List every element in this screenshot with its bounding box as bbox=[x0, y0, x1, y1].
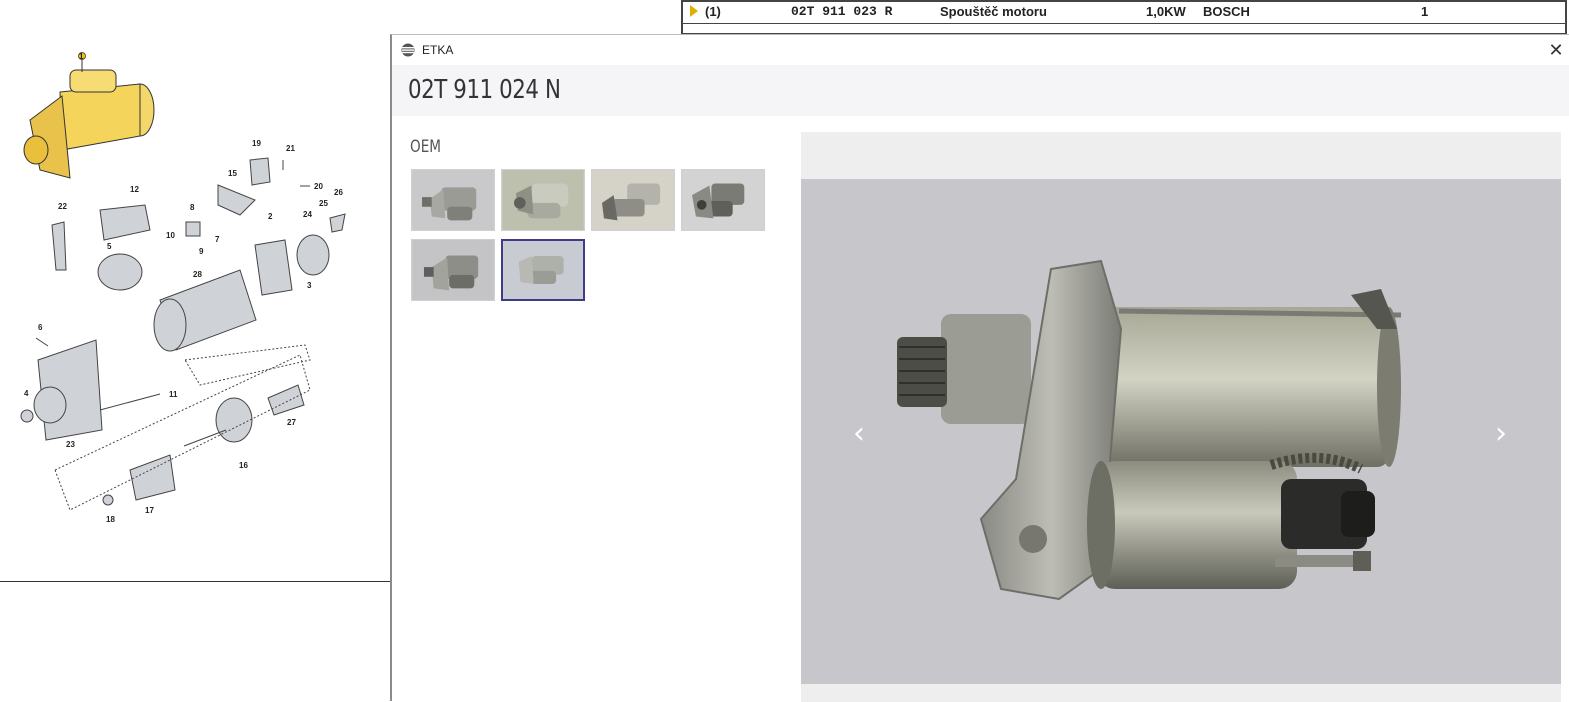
svg-text:15: 15 bbox=[228, 169, 237, 178]
row-brand: BOSCH bbox=[1203, 4, 1250, 19]
exploded-parts-diagram: 1 19 21 20 15 26 12 8 25 22 24 10 9 7 2 … bbox=[0, 0, 392, 582]
image-viewer: ‹ › bbox=[801, 132, 1561, 702]
highlighted-starter-part[interactable] bbox=[23, 52, 155, 179]
svg-text:8: 8 bbox=[190, 203, 195, 212]
diagram-drawing: 1 19 21 20 15 26 12 8 25 22 24 10 9 7 2 … bbox=[20, 52, 346, 524]
svg-text:10: 10 bbox=[166, 231, 175, 240]
svg-text:19: 19 bbox=[252, 139, 261, 148]
thumbnail-4[interactable] bbox=[681, 169, 765, 231]
svg-text:16: 16 bbox=[239, 461, 248, 470]
svg-text:17: 17 bbox=[145, 506, 154, 515]
svg-text:1: 1 bbox=[79, 52, 84, 61]
svg-text:12: 12 bbox=[130, 185, 139, 194]
row-pointer-icon bbox=[690, 5, 698, 17]
chevron-left-icon[interactable]: ‹ bbox=[847, 419, 871, 449]
parts-table-row[interactable]: (1) 02T 911 023 R Spouštěč motoru 1,0KW … bbox=[681, 0, 1567, 34]
svg-text:26: 26 bbox=[334, 188, 343, 197]
svg-text:24: 24 bbox=[303, 210, 312, 219]
svg-text:21: 21 bbox=[286, 144, 295, 153]
svg-text:27: 27 bbox=[287, 418, 296, 427]
svg-text:20: 20 bbox=[314, 182, 323, 191]
modal-app-title: ETKA bbox=[422, 43, 454, 57]
row-description: Spouštěč motoru bbox=[940, 4, 1047, 19]
thumbnail-5[interactable] bbox=[411, 239, 495, 301]
svg-text:5: 5 bbox=[107, 242, 112, 251]
close-icon[interactable]: ✕ bbox=[1545, 39, 1567, 61]
svg-text:7: 7 bbox=[215, 235, 220, 244]
svg-text:3: 3 bbox=[307, 281, 312, 290]
row-quantity: 1 bbox=[1421, 4, 1429, 19]
chevron-right-icon[interactable]: › bbox=[1489, 419, 1513, 449]
thumbnail-6-selected[interactable] bbox=[501, 239, 585, 301]
row-power: 1,0KW bbox=[1146, 4, 1186, 19]
starter-photo-icon bbox=[682, 170, 764, 230]
part-image-modal: ETKA ✕ 02T 911 024 N OEM ‹ › bbox=[390, 34, 1569, 702]
table-row-divider bbox=[683, 23, 1565, 24]
svg-text:4: 4 bbox=[24, 389, 29, 398]
svg-text:25: 25 bbox=[319, 199, 328, 208]
main-product-photo[interactable] bbox=[801, 179, 1561, 684]
oem-section-label: OEM bbox=[410, 137, 442, 157]
svg-text:11: 11 bbox=[169, 390, 178, 399]
table-border bbox=[683, 0, 1565, 2]
svg-text:6: 6 bbox=[38, 323, 43, 332]
svg-text:9: 9 bbox=[199, 247, 204, 256]
thumbnail-3[interactable] bbox=[591, 169, 675, 231]
svg-text:18: 18 bbox=[106, 515, 115, 524]
thumbnail-1[interactable] bbox=[411, 169, 495, 231]
part-header-band: 02T 911 024 N bbox=[392, 65, 1569, 116]
modal-header: ETKA ✕ bbox=[392, 35, 1569, 65]
part-number-title: 02T 911 024 N bbox=[408, 75, 561, 105]
starter-photo-icon bbox=[412, 170, 494, 230]
svg-text:23: 23 bbox=[66, 440, 75, 449]
row-position: (1) bbox=[705, 4, 721, 19]
starter-photo-icon bbox=[503, 241, 583, 299]
svg-text:22: 22 bbox=[58, 202, 67, 211]
diagram-separator bbox=[0, 581, 392, 582]
row-part-number: 02T 911 023 R bbox=[791, 4, 893, 19]
starter-motor-photo-icon bbox=[801, 179, 1561, 684]
svg-text:2: 2 bbox=[268, 212, 273, 221]
svg-text:28: 28 bbox=[193, 270, 202, 279]
starter-photo-icon bbox=[502, 170, 584, 230]
thumbnail-2[interactable] bbox=[501, 169, 585, 231]
etka-logo-icon bbox=[401, 43, 415, 57]
starter-photo-icon bbox=[592, 170, 674, 230]
starter-photo-icon bbox=[412, 240, 494, 300]
